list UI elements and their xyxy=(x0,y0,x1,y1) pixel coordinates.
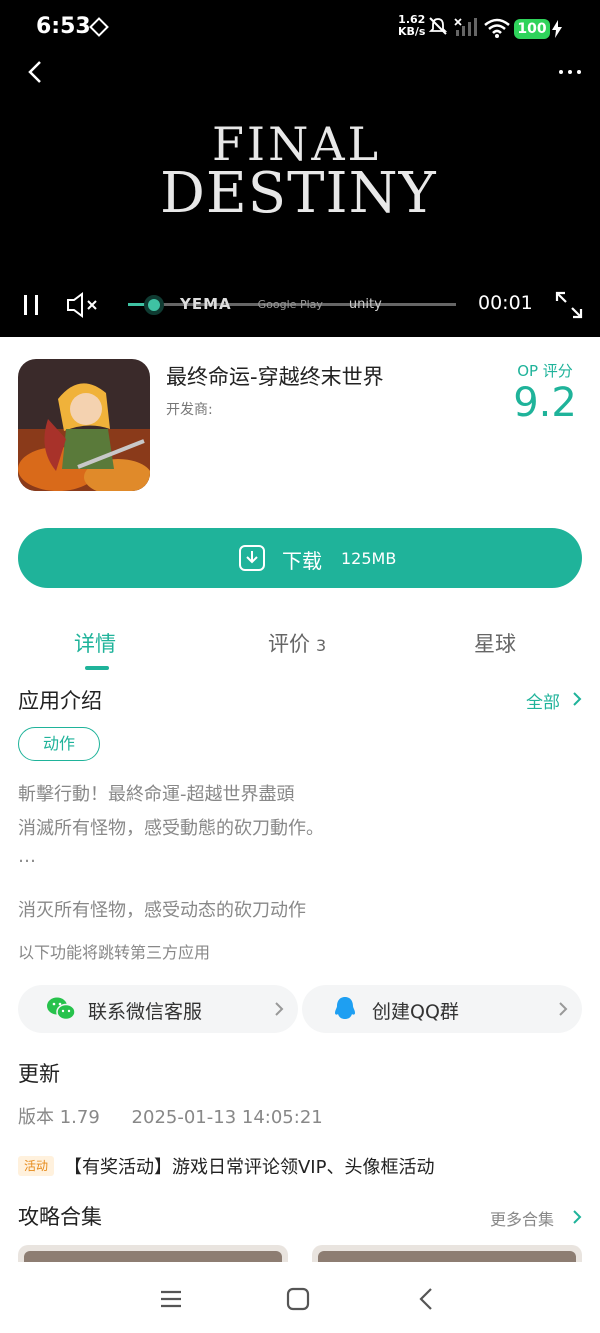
brand-yema: YEMA xyxy=(180,295,232,313)
home-icon[interactable] xyxy=(283,1284,313,1314)
app-title: 最终命运-穿越终末世界 xyxy=(166,365,384,389)
intro-all-link[interactable]: 全部 xyxy=(526,688,560,713)
tab-details[interactable]: 详情 xyxy=(74,628,116,658)
more-collections-link[interactable]: 更多合集 xyxy=(490,1206,554,1230)
qq-group-button[interactable]: 创建QQ群 xyxy=(302,985,582,1033)
intro-line-2: 消滅所有怪物，感受動態的砍刀動作。 xyxy=(18,818,324,839)
game-logo: FINAL DESTINY xyxy=(160,117,437,226)
activity-link[interactable]: 【有奖活动】游戏日常评论领VIP、头像框活动 xyxy=(64,1153,434,1179)
intro-ellipsis: … xyxy=(18,846,36,867)
tab-reviews-count: 3 xyxy=(316,636,327,655)
status-time: 6:53 xyxy=(36,14,91,39)
wechat-icon xyxy=(47,997,76,1021)
tab-planet[interactable]: 星球 xyxy=(474,628,516,658)
wechat-service-button[interactable]: 联系微信客服 xyxy=(18,985,298,1033)
back-icon[interactable] xyxy=(22,58,50,86)
video-player[interactable]: 6:53 1.62 KB/s 100 FINAL DESTINY YEMA Go… xyxy=(0,0,600,337)
developer-label: 开发商: xyxy=(166,402,213,418)
logo-line2: DESTINY xyxy=(160,161,437,226)
intro-title: 应用介绍 xyxy=(18,689,102,713)
download-button[interactable]: 下载 125MB xyxy=(18,528,582,588)
fullscreen-icon[interactable] xyxy=(554,290,584,320)
score-label: OP 评分 xyxy=(517,362,573,380)
tab-reviews-label: 评价 xyxy=(268,632,310,656)
download-size: 125MB xyxy=(341,549,397,568)
active-tab-indicator xyxy=(85,666,109,670)
video-progress-knob[interactable] xyxy=(144,295,165,315)
tab-details-label: 详情 xyxy=(74,632,116,656)
video-current-time: 00:01 xyxy=(478,292,533,314)
bell-muted-icon xyxy=(428,17,448,35)
signal-icon xyxy=(454,18,477,36)
charging-icon xyxy=(552,20,562,38)
update-date: 2025-01-13 14:05:21 xyxy=(131,1107,323,1128)
chevron-right-icon xyxy=(559,1002,568,1016)
guides-title: 攻略合集 xyxy=(18,1205,102,1229)
sponsor-logos: YEMA Google Play unity xyxy=(180,290,382,318)
net-speed-unit: KB/s xyxy=(398,25,426,38)
tab-reviews[interactable]: 评价 3 xyxy=(268,628,326,658)
chevron-right-icon[interactable] xyxy=(572,691,582,707)
intro-summary: 消灭所有怪物，感受动态的砍刀动作 xyxy=(18,900,306,921)
intro-line-1: 斬擊行動！最終命運-超越世界盡頭 xyxy=(18,784,295,805)
download-icon xyxy=(239,545,265,571)
activity-badge: 活动 xyxy=(18,1156,54,1176)
download-label: 下载 xyxy=(282,549,322,573)
wifi-icon xyxy=(484,18,510,38)
score-value: 9.2 xyxy=(513,380,577,426)
status-bar: 6:53 1.62 KB/s 100 xyxy=(0,12,600,44)
system-nav-bar xyxy=(0,1262,600,1333)
brand-google-play: Google Play xyxy=(257,297,323,311)
brand-unity: unity xyxy=(348,296,382,312)
third-party-note: 以下功能将跳转第三方应用 xyxy=(18,943,211,962)
update-title: 更新 xyxy=(18,1062,60,1086)
pause-icon[interactable] xyxy=(22,294,42,316)
wechat-service-label: 联系微信客服 xyxy=(88,1001,203,1023)
genre-tag[interactable]: 动作 xyxy=(18,727,100,761)
app-icon xyxy=(18,359,150,491)
net-speed: 1.62 KB/s xyxy=(398,14,425,38)
qq-group-label: 创建QQ群 xyxy=(372,1001,459,1023)
video-controls: YEMA Google Play unity 00:01 xyxy=(0,284,600,324)
tab-planet-label: 星球 xyxy=(474,632,516,656)
muted-volume-icon[interactable] xyxy=(66,292,100,318)
qq-icon xyxy=(335,997,355,1019)
chevron-right-icon xyxy=(275,1002,284,1016)
chevron-right-icon[interactable] xyxy=(572,1209,582,1225)
notification-icon xyxy=(89,17,109,37)
back-nav-icon[interactable] xyxy=(412,1284,442,1314)
version-info: 版本 1.79 2025-01-13 14:05:21 xyxy=(18,1103,323,1129)
menu-icon[interactable] xyxy=(156,1284,186,1314)
version-number: 版本 1.79 xyxy=(18,1107,100,1128)
more-options-icon[interactable] xyxy=(556,58,584,86)
battery-indicator: 100 xyxy=(514,19,550,39)
